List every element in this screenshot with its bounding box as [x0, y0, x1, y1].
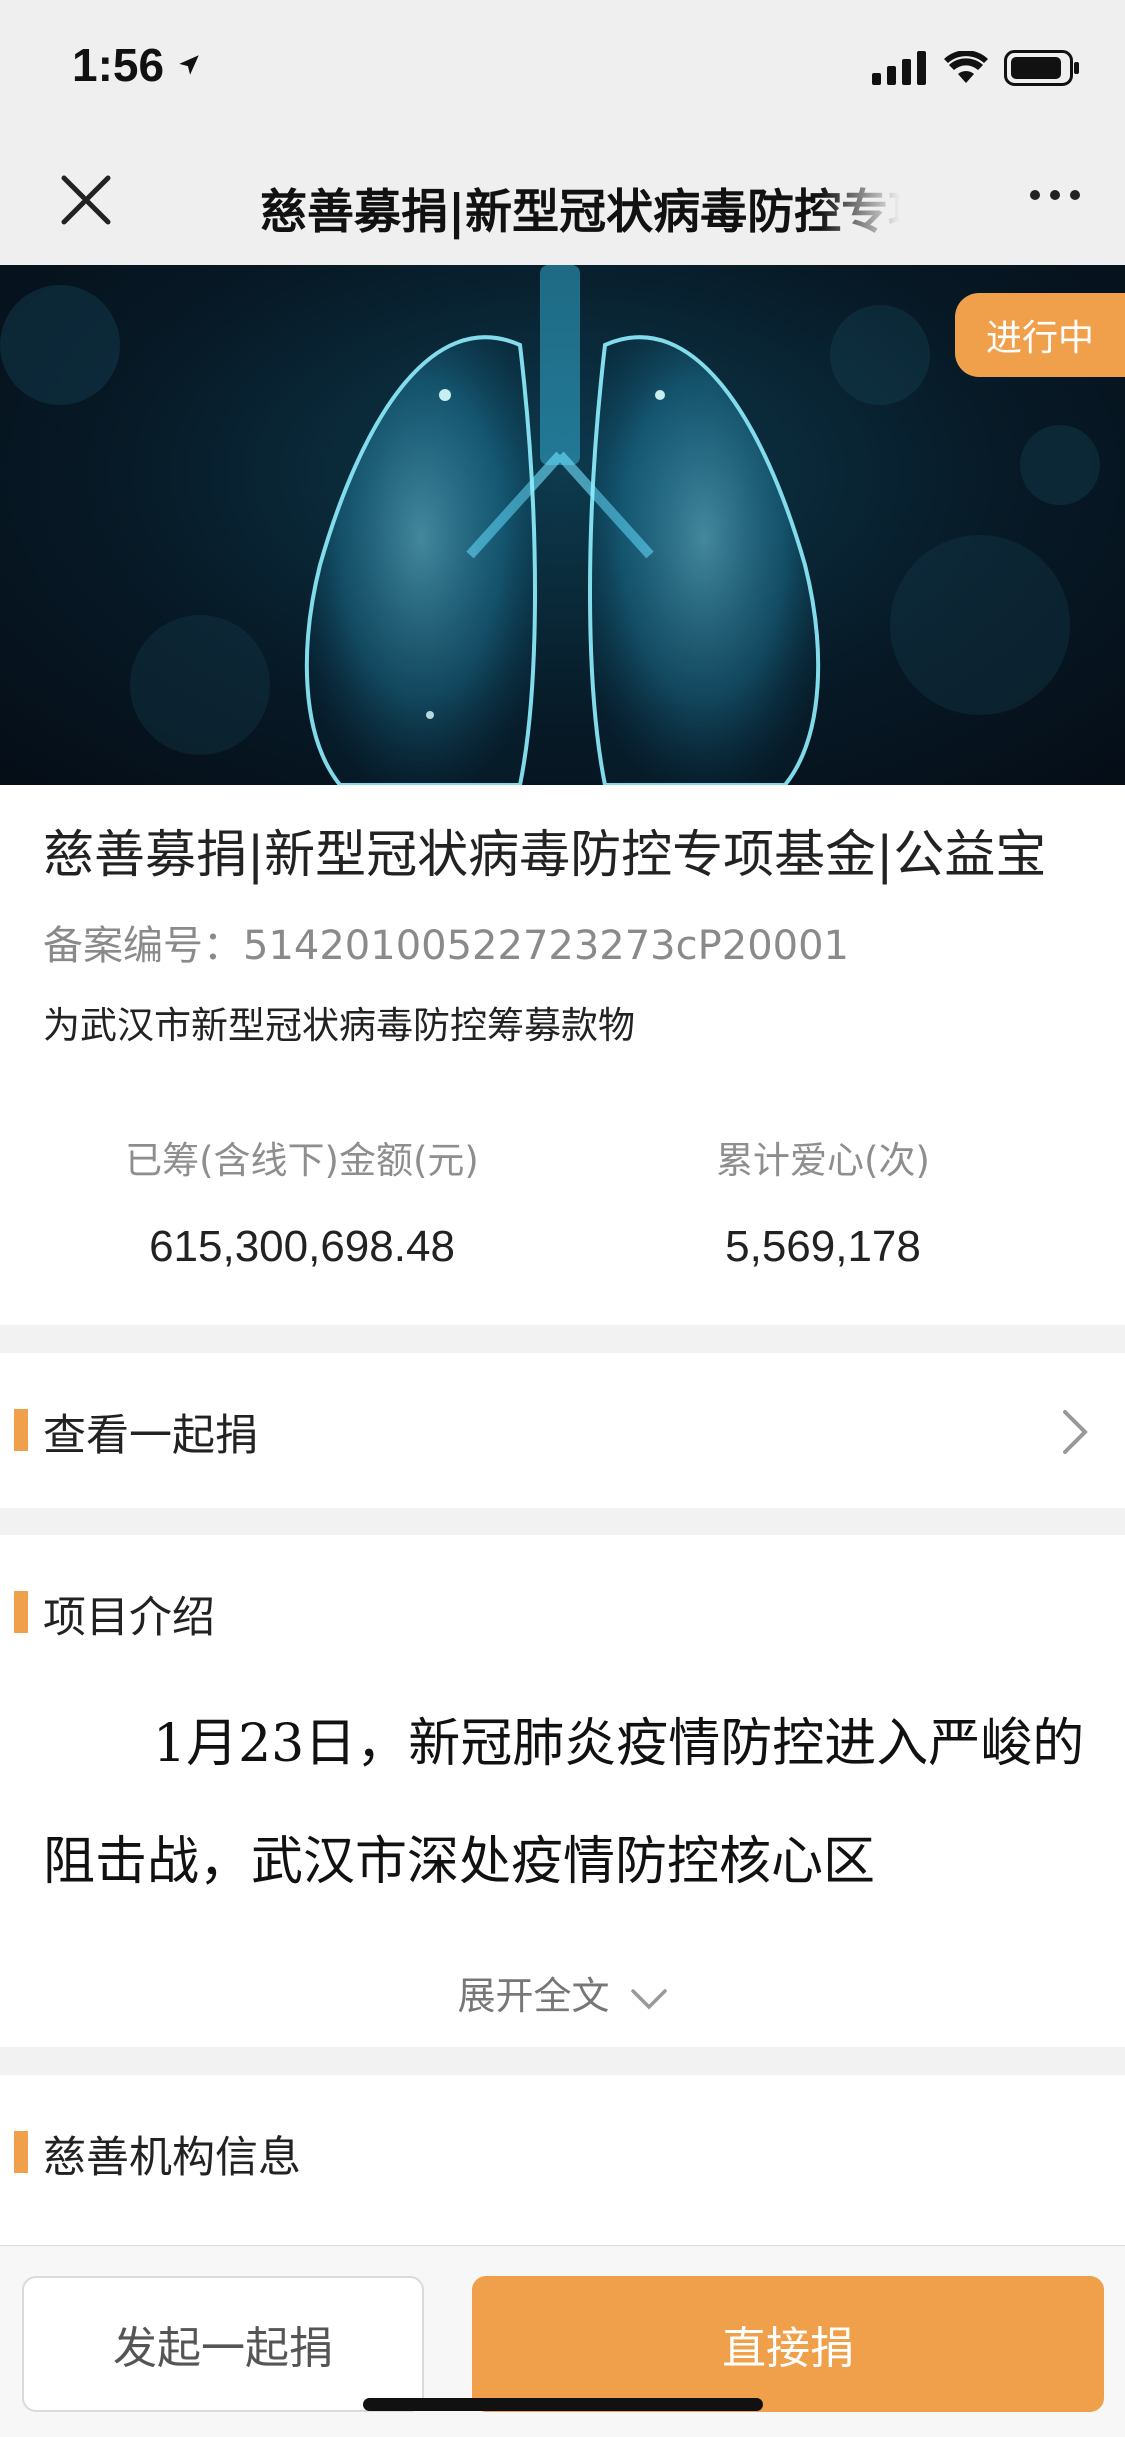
charity-org-section: 慈善机构信息 [0, 2075, 1125, 2245]
status-bar: 1:56 [0, 0, 1125, 135]
donation-count-value: 5,569,178 [725, 1222, 921, 1271]
chevron-right-icon [1063, 1410, 1088, 1454]
donation-count-label: 累计爱心(次) [716, 1139, 930, 1182]
page-title: 慈善募捐|新型冠状病毒防控专项基金|公益宝 [260, 173, 900, 242]
group-donate-label: 查看一起捐 [43, 1411, 258, 1461]
project-intro-section: 项目介绍 1月23日，新冠肺炎疫情防控进入严峻的阻击战，武汉市深处疫情防控核心区… [0, 1535, 1125, 2047]
expand-full-text-link[interactable]: 展开全文 [0, 1965, 1125, 2020]
raised-amount-label: 已筹(含线下)金额(元) [125, 1139, 479, 1182]
project-info-card: 慈善募捐|新型冠状病毒防控专项基金|公益宝 备案编号：5142010052272… [0, 785, 1125, 1325]
project-description: 为武汉市新型冠状病毒防控筹募款物 [43, 1004, 635, 1047]
start-group-donation-button[interactable]: 发起一起捐 [22, 2276, 424, 2412]
status-badge: 进行中 [955, 293, 1125, 377]
intro-text: 1月23日，新冠肺炎疫情防控进入严峻的阻击战，武汉市深处疫情防控核心区 [43, 1714, 1085, 1892]
org-section-title: 慈善机构信息 [43, 2133, 301, 2183]
expand-label: 展开全文 [457, 1974, 610, 2018]
section-accent-bar [14, 1591, 28, 1633]
intro-section-title: 项目介绍 [43, 1593, 215, 1643]
cellular-signal-icon [872, 51, 926, 85]
close-icon[interactable] [58, 172, 114, 228]
chevron-down-icon [630, 1988, 667, 2009]
project-title: 慈善募捐|新型冠状病毒防控专项基金|公益宝 [43, 826, 1047, 885]
donation-count-stat: 累计爱心(次) 5,569,178 [563, 1130, 1083, 1272]
donate-directly-button[interactable]: 直接捐 [472, 2276, 1104, 2412]
section-accent-bar [14, 2131, 28, 2173]
battery-icon [1004, 50, 1079, 86]
raised-amount-value: 615,300,698.48 [149, 1222, 455, 1271]
location-arrow-icon [179, 55, 199, 75]
hero-banner: 进行中 [0, 265, 1125, 785]
group-donate-row[interactable]: 查看一起捐 [0, 1353, 1125, 1508]
wifi-icon [944, 51, 988, 83]
section-accent-bar [14, 1409, 28, 1451]
raised-amount-stat: 已筹(含线下)金额(元) 615,300,698.48 [42, 1130, 562, 1272]
status-time: 1:56 [72, 39, 165, 91]
more-options-icon[interactable] [1030, 190, 1080, 200]
navigation-bar: 慈善募捐|新型冠状病毒防控专项基金|公益宝 [0, 135, 1125, 266]
home-indicator[interactable] [363, 2398, 763, 2411]
registration-number: 备案编号：51420100522723273cP20001 [43, 923, 849, 969]
